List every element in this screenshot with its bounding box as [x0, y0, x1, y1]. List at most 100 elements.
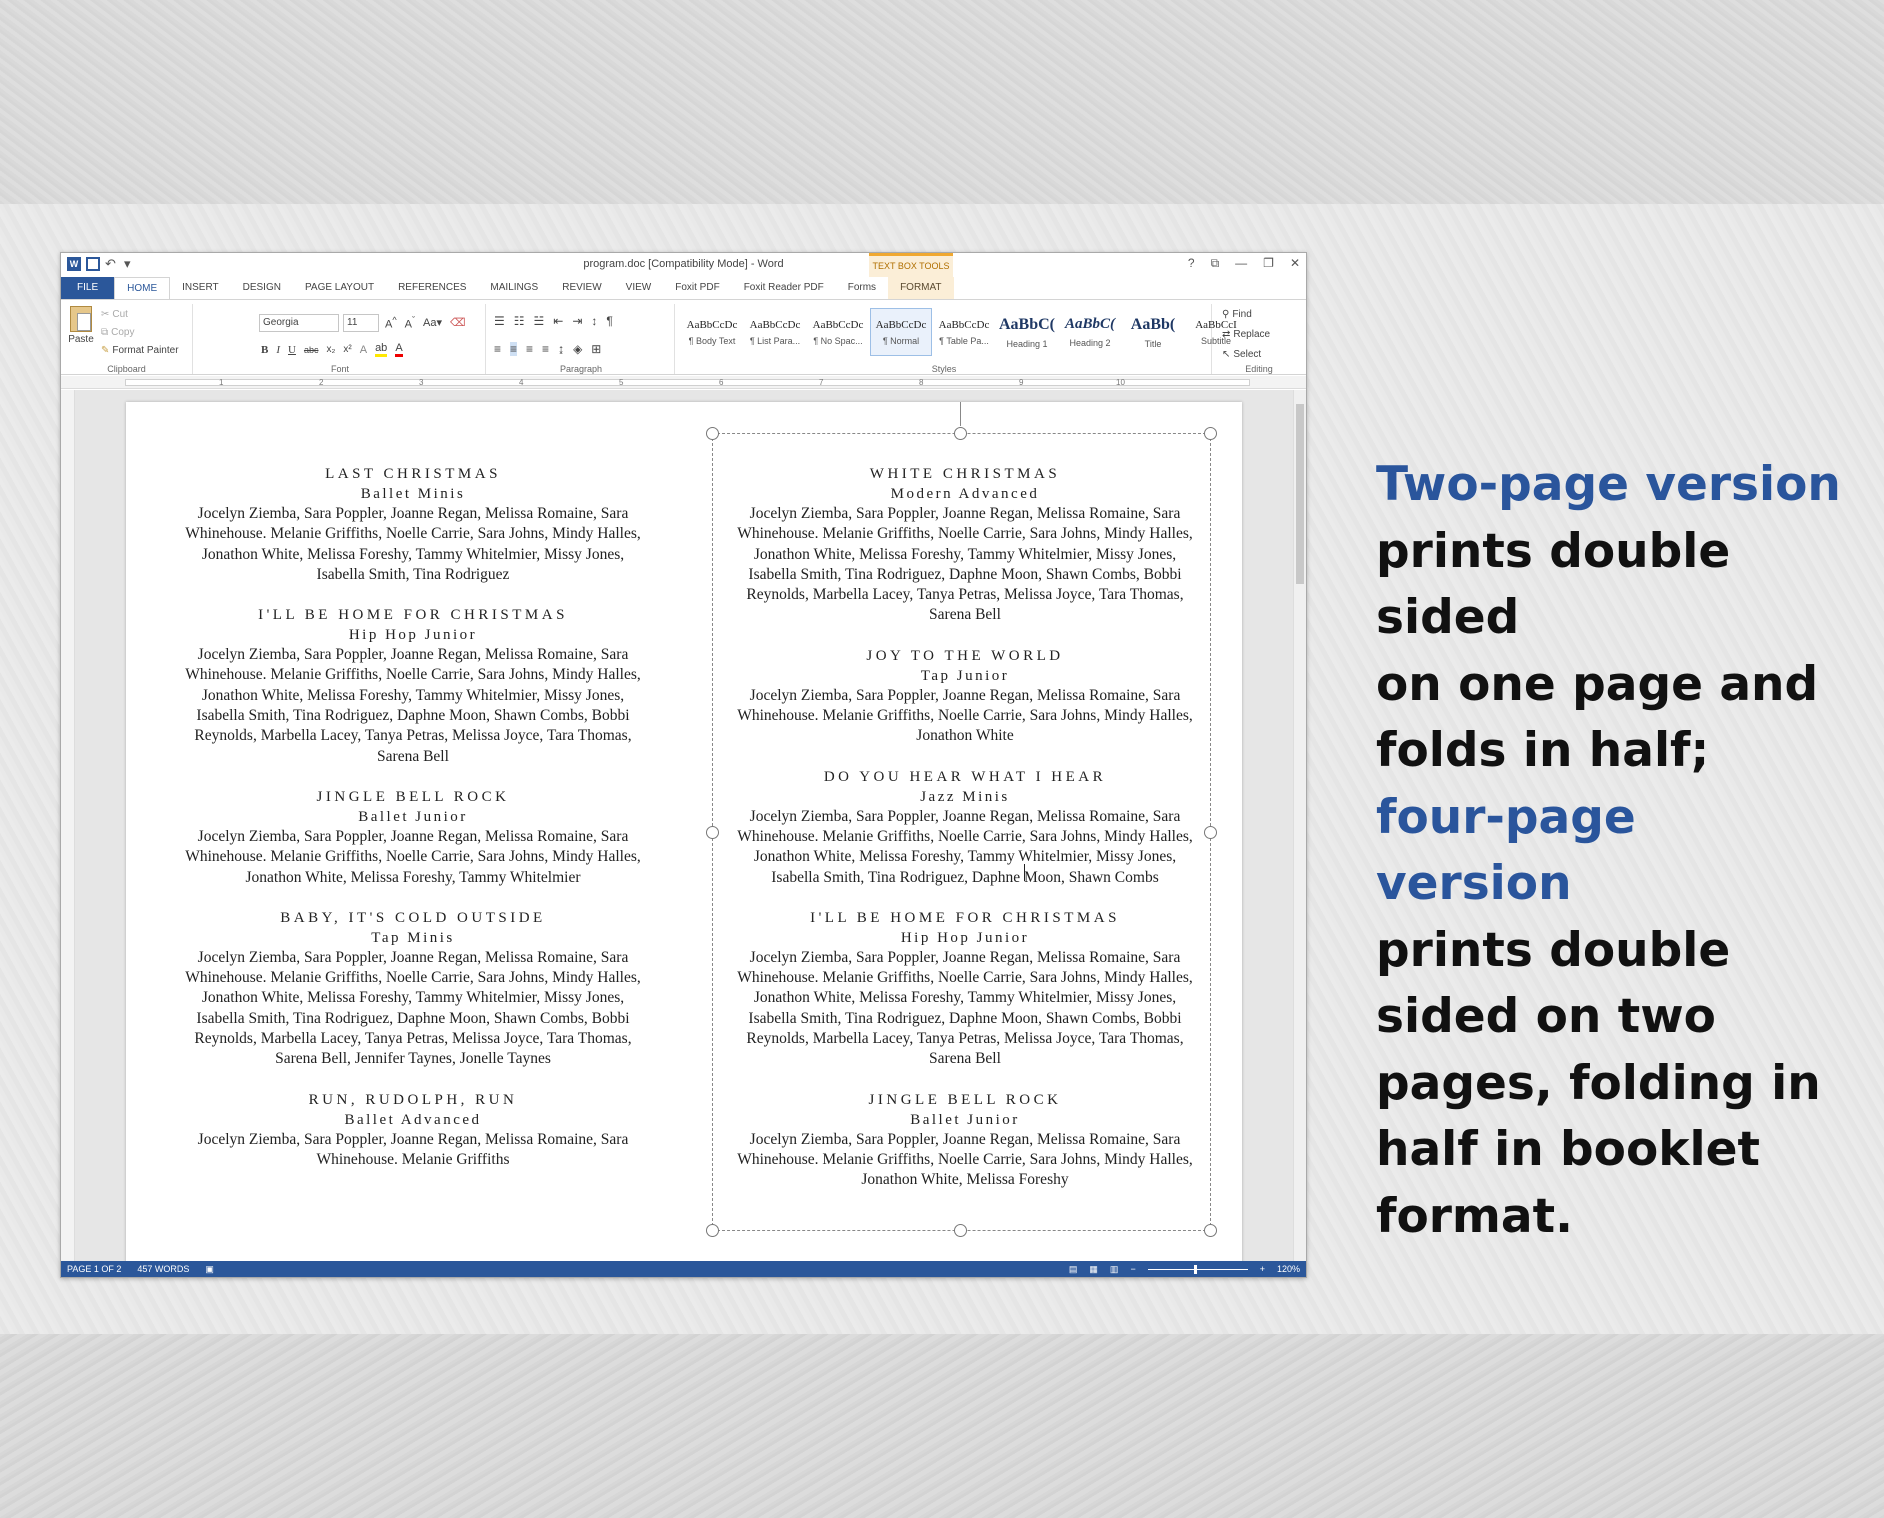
horizontal-ruler[interactable]: 1 2 3 4 5 6 7 8 9 10: [61, 376, 1306, 389]
text-effects-icon[interactable]: A: [360, 344, 367, 356]
underline-icon[interactable]: U: [288, 344, 296, 356]
tab-view[interactable]: VIEW: [614, 277, 664, 299]
paste-button[interactable]: Paste: [67, 306, 95, 345]
vertical-scrollbar[interactable]: [1293, 390, 1306, 1263]
bullets-icon[interactable]: ☰: [494, 314, 505, 328]
scrollbar-thumb[interactable]: [1296, 404, 1304, 584]
binoculars-icon: ⚲: [1222, 308, 1230, 320]
web-layout-icon[interactable]: ▥: [1110, 1261, 1119, 1277]
multilevel-list-icon[interactable]: ☱: [534, 314, 545, 328]
font-name-input[interactable]: Georgia: [259, 314, 339, 332]
proofing-icon[interactable]: ▣: [205, 1261, 214, 1277]
replace-button[interactable]: ⇄ Replace: [1222, 326, 1270, 342]
italic-icon[interactable]: I: [276, 344, 280, 356]
format-painter-button[interactable]: ✎ Format Painter: [101, 342, 179, 358]
ruler-number: 3: [419, 378, 424, 387]
resize-handle-top[interactable]: [954, 427, 967, 440]
zoom-level[interactable]: 120%: [1277, 1261, 1300, 1277]
style-heading-1[interactable]: AaBbC(Heading 1: [996, 308, 1058, 356]
align-center-icon[interactable]: ≡: [510, 342, 518, 356]
grow-font-icon[interactable]: A^: [385, 315, 397, 331]
resize-handle-right[interactable]: [1204, 826, 1217, 839]
tab-forms[interactable]: Forms: [836, 277, 888, 299]
sort-icon[interactable]: ↕: [591, 314, 597, 328]
help-button[interactable]: ?: [1188, 256, 1195, 271]
zoom-in-icon[interactable]: +: [1260, 1261, 1265, 1277]
resize-handle-top-left[interactable]: [706, 427, 719, 440]
tab-review[interactable]: REVIEW: [550, 277, 613, 299]
style-list-paragraph[interactable]: AaBbCcDc ¶ List Para...: [744, 308, 806, 356]
shading-icon[interactable]: ◈: [573, 342, 582, 356]
word-count[interactable]: 457 WORDS: [137, 1261, 189, 1277]
tab-format[interactable]: FORMAT: [888, 277, 954, 299]
select-button[interactable]: ↖ Select: [1222, 346, 1270, 362]
tab-file[interactable]: FILE: [61, 277, 115, 299]
style-heading-2[interactable]: AaBbC(Heading 2: [1059, 308, 1121, 356]
highlight-icon[interactable]: ab: [375, 342, 388, 357]
tab-references[interactable]: REFERENCES: [386, 277, 478, 299]
paragraph-group: ☰ ☷ ☱ ⇤ ⇥ ↕ ¶ ≡ ≡ ≡ ≡ ↨ ◈ ⊞ Paragraph: [488, 304, 675, 374]
paste-icon: [70, 306, 92, 332]
pilcrow-icon[interactable]: ¶: [606, 314, 612, 328]
read-mode-icon[interactable]: ▤: [1069, 1261, 1078, 1277]
close-button[interactable]: ✕: [1290, 256, 1300, 271]
align-left-icon[interactable]: ≡: [494, 342, 501, 356]
line-spacing-icon[interactable]: ↨: [558, 342, 564, 356]
resize-handle-bottom-right[interactable]: [1204, 1224, 1217, 1237]
style-preview: AaBbC(: [998, 315, 1055, 333]
zoom-slider[interactable]: [1147, 1264, 1248, 1274]
tab-insert[interactable]: INSERT: [170, 277, 231, 299]
tab-foxit-pdf[interactable]: Foxit PDF: [663, 277, 731, 299]
justify-icon[interactable]: ≡: [542, 342, 549, 356]
tab-design[interactable]: DESIGN: [231, 277, 293, 299]
change-case-icon[interactable]: Aa▾: [423, 316, 442, 329]
style-body-text[interactable]: AaBbCcDc ¶ Body Text: [681, 308, 743, 356]
cut-button[interactable]: ✂ Cut: [101, 306, 179, 322]
copy-icon: ⧉: [101, 326, 109, 338]
style-no-spacing[interactable]: AaBbCcDc ¶ No Spac...: [807, 308, 869, 356]
tab-home[interactable]: HOME: [114, 277, 171, 299]
right-column[interactable]: WHITE CHRISTMAS Modern Advanced Jocelyn Zi…: [735, 464, 1195, 1211]
strikethrough-icon[interactable]: abc: [304, 345, 319, 355]
style-table-paragraph[interactable]: AaBbCcDc ¶ Table Pa...: [933, 308, 995, 356]
song-performers: Jocelyn Ziemba, Sara Poppler, Joanne Reg…: [185, 505, 641, 583]
resize-handle-left[interactable]: [706, 826, 719, 839]
style-preview: AaBbCcDc: [938, 318, 990, 331]
resize-handle-bottom-left[interactable]: [706, 1224, 719, 1237]
style-normal[interactable]: AaBbCcDc ¶ Normal: [870, 308, 932, 356]
find-label: Find: [1232, 308, 1252, 320]
shrink-font-icon[interactable]: Aˇ: [405, 315, 415, 331]
resize-handle-bottom[interactable]: [954, 1224, 967, 1237]
zoom-out-icon[interactable]: −: [1130, 1261, 1135, 1277]
font-color-icon[interactable]: A: [395, 342, 403, 357]
resize-handle-top-right[interactable]: [1204, 427, 1217, 440]
ruler-number: 2: [319, 378, 324, 387]
font-size-input[interactable]: 11: [343, 314, 379, 332]
bold-icon[interactable]: B: [261, 344, 268, 356]
decrease-indent-icon[interactable]: ⇤: [553, 314, 563, 328]
zoom-slider-thumb[interactable]: [1193, 1264, 1197, 1274]
restore-button[interactable]: ❐: [1263, 256, 1274, 271]
clipboard-group: Paste ✂ Cut ⧉ Copy ✎ Format Painter Clipboa…: [61, 304, 193, 374]
borders-icon[interactable]: ⊞: [591, 342, 601, 356]
numbering-icon[interactable]: ☷: [514, 314, 525, 328]
align-right-icon[interactable]: ≡: [526, 342, 533, 356]
tab-foxit-reader-pdf[interactable]: Foxit Reader PDF: [732, 277, 836, 299]
minimize-button[interactable]: —: [1235, 256, 1247, 271]
clear-formatting-icon[interactable]: ⌫: [450, 316, 466, 329]
tab-mailings[interactable]: MAILINGS: [478, 277, 550, 299]
subscript-icon[interactable]: x₂: [326, 344, 335, 355]
song-title: BABY, IT'S COLD OUTSIDE: [280, 909, 546, 926]
page-count[interactable]: PAGE 1 OF 2: [67, 1261, 121, 1277]
copy-button[interactable]: ⧉ Copy: [101, 324, 179, 340]
document-page[interactable]: LAST CHRISTMAS Ballet Minis Jocelyn Ziemba…: [126, 402, 1242, 1263]
superscript-icon[interactable]: x²: [343, 344, 351, 355]
increase-indent-icon[interactable]: ⇥: [572, 314, 582, 328]
document-area[interactable]: LAST CHRISTMAS Ballet Minis Jocelyn Ziemba…: [61, 390, 1306, 1263]
style-title[interactable]: AaBb(Title: [1122, 308, 1184, 356]
print-layout-icon[interactable]: ▦: [1089, 1261, 1098, 1277]
tab-page-layout[interactable]: PAGE LAYOUT: [293, 277, 386, 299]
ruler-number: 1: [219, 378, 224, 387]
ribbon-display-button[interactable]: ⧉: [1211, 256, 1220, 271]
find-button[interactable]: ⚲ Find: [1222, 306, 1270, 322]
